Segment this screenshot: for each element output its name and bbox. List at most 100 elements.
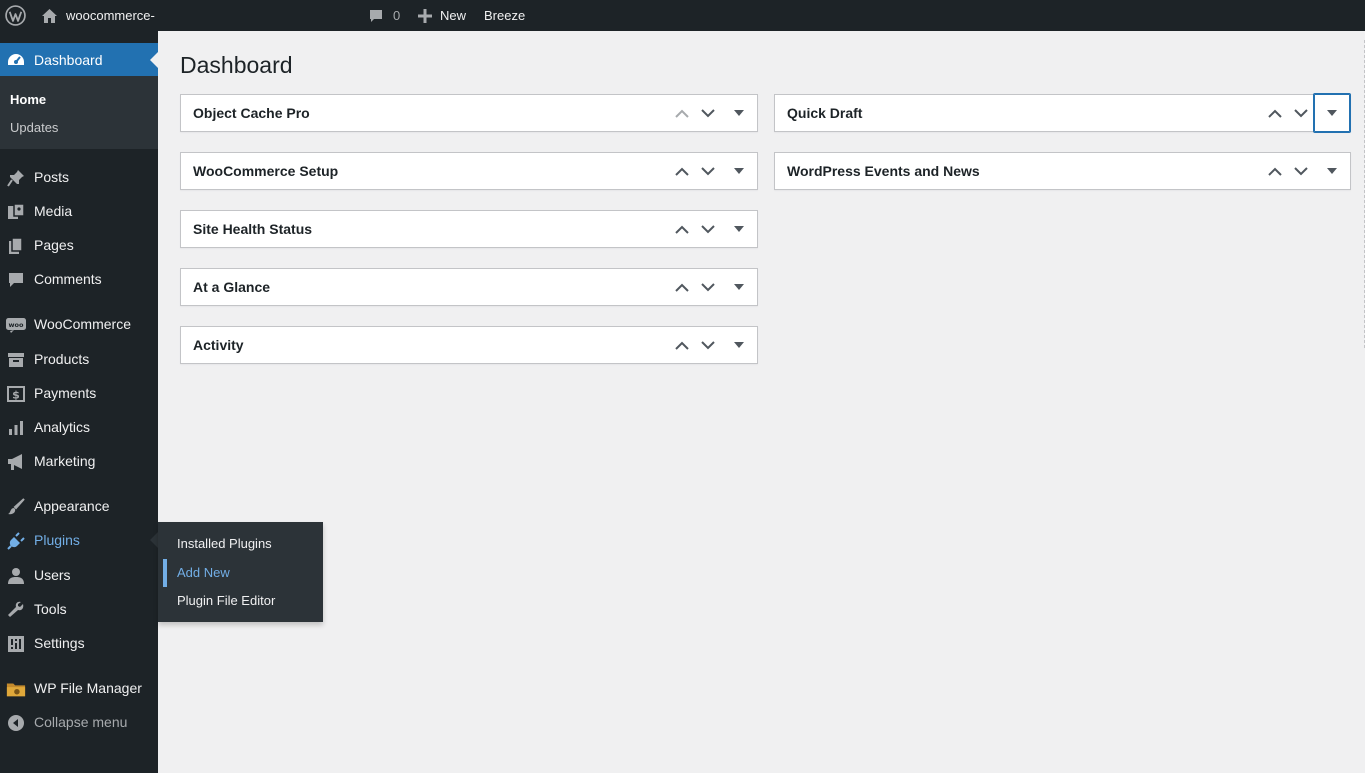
flyout-installed-plugins[interactable]: Installed Plugins bbox=[177, 536, 272, 551]
menu-tools[interactable]: Tools bbox=[0, 592, 158, 626]
menu-analytics[interactable]: Analytics bbox=[0, 410, 158, 444]
menu-plugins-label: Plugins bbox=[34, 532, 80, 548]
menu-media-label: Media bbox=[34, 203, 73, 219]
toggle-panel-icon[interactable] bbox=[726, 331, 752, 359]
widget-title[interactable]: Quick Draft bbox=[787, 105, 862, 121]
submenu-home[interactable]: Home bbox=[10, 92, 46, 107]
move-down-icon[interactable] bbox=[1288, 99, 1314, 127]
widget-title[interactable]: WordPress Events and News bbox=[787, 163, 980, 179]
menu-wp-file-manager[interactable]: WP File Manager bbox=[0, 671, 158, 705]
menu-appearance[interactable]: Appearance bbox=[0, 489, 158, 523]
menu-payments[interactable]: $ Payments bbox=[0, 376, 158, 410]
current-menu-arrow bbox=[150, 52, 158, 68]
menu-appearance-label: Appearance bbox=[34, 498, 110, 514]
comments-count: 0 bbox=[393, 8, 401, 23]
widget-title[interactable]: WooCommerce Setup bbox=[193, 163, 338, 179]
menu-tools-label: Tools bbox=[34, 601, 67, 617]
wordpress-logo-icon[interactable] bbox=[5, 0, 26, 31]
move-down-icon[interactable] bbox=[695, 331, 721, 359]
menu-posts[interactable]: Posts bbox=[0, 160, 158, 194]
widget-woocommerce-setup: WooCommerce Setup bbox=[180, 152, 758, 190]
toggle-panel-icon[interactable] bbox=[726, 215, 752, 243]
toggle-panel-icon[interactable] bbox=[726, 157, 752, 185]
toggle-panel-icon[interactable] bbox=[1319, 157, 1345, 185]
menu-payments-label: Payments bbox=[34, 385, 97, 401]
comment-bubble-icon bbox=[368, 8, 384, 24]
woocommerce-icon: woo bbox=[6, 315, 26, 335]
media-icon bbox=[6, 202, 26, 222]
flyout-add-new[interactable]: Add New bbox=[177, 565, 230, 580]
widget-title[interactable]: Object Cache Pro bbox=[193, 105, 310, 121]
move-up-icon[interactable] bbox=[1262, 99, 1288, 127]
widget-title[interactable]: At a Glance bbox=[193, 279, 270, 295]
move-down-icon[interactable] bbox=[695, 273, 721, 301]
widget-object-cache-pro: Object Cache Pro bbox=[180, 94, 758, 132]
menu-users[interactable]: Users bbox=[0, 558, 158, 592]
plug-icon bbox=[6, 531, 26, 551]
widget-quick-draft: Quick Draft bbox=[774, 94, 1351, 132]
move-up-icon[interactable] bbox=[669, 331, 695, 359]
breeze-link[interactable]: Breeze bbox=[484, 0, 525, 31]
dollar-icon: $ bbox=[6, 384, 26, 404]
plus-icon bbox=[418, 8, 432, 23]
menu-dashboard[interactable]: Dashboard bbox=[0, 43, 158, 77]
megaphone-icon bbox=[6, 452, 26, 472]
admin-bar: woocommerce- 0 New Breeze bbox=[0, 0, 1365, 31]
menu-comments-label: Comments bbox=[34, 271, 102, 287]
pushpin-icon bbox=[6, 168, 26, 188]
widget-at-a-glance: At a Glance bbox=[180, 268, 758, 306]
bar-chart-icon bbox=[6, 418, 26, 438]
move-up-icon[interactable] bbox=[1262, 157, 1288, 185]
archive-icon bbox=[6, 350, 26, 370]
menu-pages[interactable]: Pages bbox=[0, 228, 158, 262]
flyout-plugin-file-editor[interactable]: Plugin File Editor bbox=[177, 593, 275, 608]
move-down-icon[interactable] bbox=[695, 157, 721, 185]
menu-analytics-label: Analytics bbox=[34, 419, 91, 435]
comments-icon bbox=[6, 270, 26, 290]
home-icon bbox=[41, 8, 58, 24]
collapse-arrow-icon bbox=[6, 713, 26, 733]
widget-wordpress-events-and-news: WordPress Events and News bbox=[774, 152, 1351, 190]
menu-plugins[interactable]: Plugins bbox=[0, 523, 158, 557]
toggle-panel-icon[interactable] bbox=[726, 99, 752, 127]
move-up-icon[interactable] bbox=[669, 273, 695, 301]
collapse-menu-button[interactable]: Collapse menu bbox=[0, 705, 158, 739]
menu-products-label: Products bbox=[34, 351, 90, 367]
flyout-arrow bbox=[150, 532, 158, 548]
move-up-icon[interactable] bbox=[669, 157, 695, 185]
menu-marketing-label: Marketing bbox=[34, 453, 96, 469]
flyout-current-indicator bbox=[163, 559, 167, 587]
menu-marketing[interactable]: Marketing bbox=[0, 444, 158, 478]
move-down-icon[interactable] bbox=[695, 99, 721, 127]
toggle-panel-icon[interactable] bbox=[1314, 94, 1350, 132]
menu-users-label: Users bbox=[34, 567, 71, 583]
menu-settings[interactable]: Settings bbox=[0, 626, 158, 660]
move-down-icon[interactable] bbox=[1288, 157, 1314, 185]
menu-comments[interactable]: Comments bbox=[0, 262, 158, 296]
menu-wp-file-manager-label: WP File Manager bbox=[34, 680, 142, 696]
widget-title[interactable]: Activity bbox=[193, 337, 244, 353]
dashboard-gauge-icon bbox=[6, 51, 26, 71]
pages-icon bbox=[6, 236, 26, 256]
new-label: New bbox=[440, 8, 467, 23]
collapse-menu-label: Collapse menu bbox=[34, 714, 128, 730]
menu-media[interactable]: Media bbox=[0, 194, 158, 228]
widget-site-health-status: Site Health Status bbox=[180, 210, 758, 248]
wrench-icon bbox=[6, 600, 26, 620]
new-content-link[interactable]: New bbox=[418, 0, 466, 31]
move-up-icon[interactable] bbox=[669, 99, 695, 127]
widget-title[interactable]: Site Health Status bbox=[193, 221, 312, 237]
site-name-link[interactable]: woocommerce- bbox=[41, 0, 155, 31]
menu-woocommerce[interactable]: woo WooCommerce bbox=[0, 307, 158, 341]
breeze-label: Breeze bbox=[484, 8, 526, 23]
site-name: woocommerce- bbox=[66, 8, 155, 23]
folder-icon bbox=[6, 679, 26, 699]
comments-link[interactable]: 0 bbox=[368, 0, 400, 31]
menu-products[interactable]: Products bbox=[0, 342, 158, 376]
toggle-panel-icon[interactable] bbox=[726, 273, 752, 301]
svg-text:woo: woo bbox=[9, 321, 24, 329]
move-down-icon[interactable] bbox=[695, 215, 721, 243]
paintbrush-icon bbox=[6, 497, 26, 517]
move-up-icon[interactable] bbox=[669, 215, 695, 243]
submenu-updates[interactable]: Updates bbox=[10, 120, 58, 135]
